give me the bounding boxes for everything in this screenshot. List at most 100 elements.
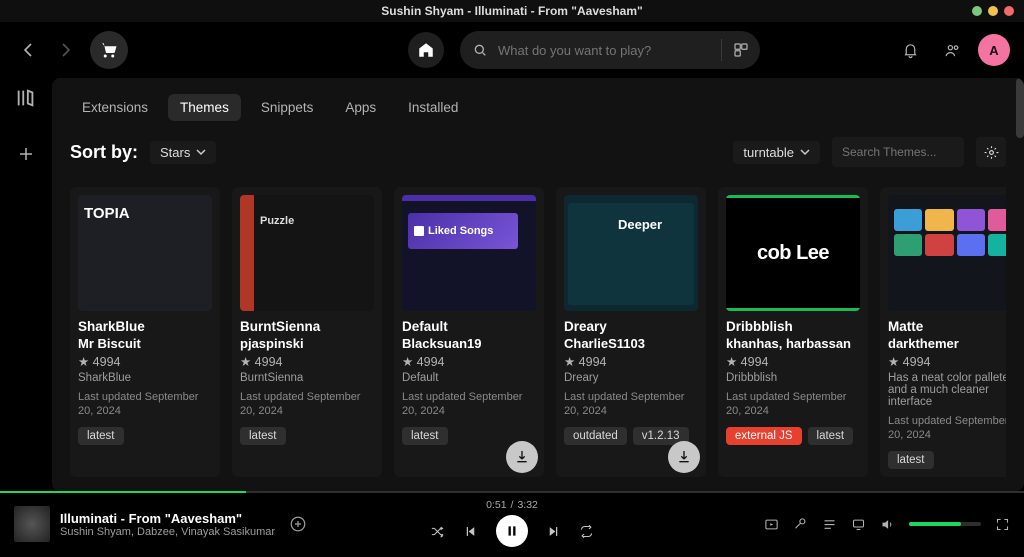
sort-row: Sort by: Stars turntable — [70, 137, 1006, 167]
tab-themes[interactable]: Themes — [168, 94, 241, 121]
marketplace-button[interactable] — [90, 31, 128, 69]
view-dropdown[interactable]: turntable — [733, 141, 820, 164]
theme-sub: Dribbblish — [726, 372, 860, 384]
now-playing-view-button[interactable] — [764, 517, 779, 532]
now-playing-art[interactable] — [14, 506, 50, 542]
tab-snippets[interactable]: Snippets — [249, 94, 326, 121]
queue-icon — [822, 517, 837, 532]
tag-row: external JS latest — [726, 427, 860, 445]
home-icon — [417, 41, 435, 59]
previous-button[interactable] — [463, 524, 478, 539]
theme-thumbnail: TOPIA — [78, 195, 212, 311]
browse-icon[interactable] — [732, 41, 750, 59]
traffic-lights — [972, 6, 1014, 16]
home-button[interactable] — [408, 32, 444, 68]
theme-cards: TOPIA SharkBlue Mr Biscuit ★ 4994 SharkB… — [70, 187, 1006, 477]
notifications-button[interactable] — [894, 34, 926, 66]
theme-updated: Last updated September 20, 2024 — [726, 390, 860, 419]
tag: latest — [78, 427, 124, 445]
avatar[interactable]: A — [978, 34, 1010, 66]
tab-apps[interactable]: Apps — [333, 94, 388, 121]
volume-icon — [880, 517, 895, 532]
plus-icon — [17, 145, 35, 163]
tag: outdated — [564, 427, 627, 445]
theme-title: Matte — [888, 319, 1006, 334]
theme-card[interactable]: Matte darkthemer ★ 4994 Has a neat color… — [880, 187, 1006, 477]
theme-author: CharlieS1103 — [564, 336, 698, 351]
volume-slider[interactable] — [909, 522, 981, 526]
scrollbar-thumb[interactable] — [1016, 78, 1024, 138]
sort-dropdown[interactable]: Stars — [150, 141, 216, 164]
tag-row: latest — [240, 427, 374, 445]
search-input[interactable] — [498, 43, 711, 58]
window-titlebar: Sushin Shyam - Illuminati - From "Aavesh… — [0, 0, 1024, 22]
lyrics-button[interactable] — [793, 517, 808, 532]
fullscreen-button[interactable] — [995, 517, 1010, 532]
now-playing-title[interactable]: Illuminati - From "Aavesham" — [60, 511, 275, 526]
nav-forward-button[interactable] — [52, 36, 80, 64]
theme-thumbnail: Liked Songs — [402, 195, 536, 311]
sidebar — [0, 78, 52, 491]
tag: latest — [240, 427, 286, 445]
repeat-icon — [579, 524, 594, 539]
progress-bar[interactable] — [0, 491, 1024, 493]
tag: external JS — [726, 427, 802, 445]
theme-sub: Default — [402, 372, 536, 384]
settings-button[interactable] — [976, 137, 1006, 167]
search-bar[interactable] — [460, 31, 760, 69]
friends-button[interactable] — [936, 34, 968, 66]
theme-author: khanhas, harbassan — [726, 336, 860, 351]
plus-circle-icon — [289, 515, 307, 533]
theme-title: SharkBlue — [78, 319, 212, 334]
library-button[interactable] — [10, 82, 42, 114]
chevron-down-icon — [196, 147, 206, 157]
theme-card[interactable]: Deeper Dreary CharlieS1103 ★ 4994 Dreary… — [556, 187, 706, 477]
download-button[interactable] — [668, 441, 700, 473]
theme-stars: ★ 4994 — [402, 354, 536, 369]
mute-button[interactable] — [880, 517, 895, 532]
theme-stars: ★ 4994 — [78, 354, 212, 369]
queue-button[interactable] — [822, 517, 837, 532]
now-playing-artists[interactable]: Sushin Shyam, Dabzee, Vinayak Sasikumar — [60, 526, 275, 538]
tab-installed[interactable]: Installed — [396, 94, 470, 121]
download-button[interactable] — [506, 441, 538, 473]
repeat-button[interactable] — [579, 524, 594, 539]
theme-card[interactable]: cob Lee Dribbblish khanhas, harbassan ★ … — [718, 187, 868, 477]
shuffle-button[interactable] — [430, 524, 445, 539]
progress-fill — [0, 491, 246, 493]
theme-sub: BurntSienna — [240, 372, 374, 384]
theme-card[interactable]: Puzzle BurntSienna pjaspinski ★ 4994 Bur… — [232, 187, 382, 477]
player-right-controls — [764, 517, 1010, 532]
play-pause-button[interactable] — [496, 515, 528, 547]
next-button[interactable] — [546, 524, 561, 539]
tag: latest — [888, 451, 934, 469]
theme-thumbnail: Puzzle — [240, 195, 374, 311]
theme-title: Dreary — [564, 319, 698, 334]
theme-sub: Has a neat color pallete and a much clea… — [888, 372, 1006, 408]
search-icon — [472, 42, 488, 58]
shuffle-icon — [430, 524, 445, 539]
themes-search-input[interactable] — [832, 137, 964, 167]
theme-card[interactable]: Liked Songs Default Blacksuan19 ★ 4994 D… — [394, 187, 544, 477]
maximize-dot[interactable] — [988, 6, 998, 16]
devices-button[interactable] — [851, 517, 866, 532]
skip-forward-icon — [546, 524, 561, 539]
window-title: Sushin Shyam - Illuminati - From "Aavesh… — [381, 4, 642, 18]
tab-extensions[interactable]: Extensions — [70, 94, 160, 121]
gear-icon — [984, 145, 999, 160]
create-button[interactable] — [10, 138, 42, 170]
theme-title: Dribbblish — [726, 319, 860, 334]
theme-sub: SharkBlue — [78, 372, 212, 384]
theme-updated: Last updated September 20, 2024 — [78, 390, 212, 419]
theme-updated: Last updated September 20, 2024 — [240, 390, 374, 419]
player-bar: Illuminati - From "Aavesham" Sushin Shya… — [0, 491, 1024, 557]
theme-author: Blacksuan19 — [402, 336, 536, 351]
theme-card[interactable]: TOPIA SharkBlue Mr Biscuit ★ 4994 SharkB… — [70, 187, 220, 477]
minimize-dot[interactable] — [972, 6, 982, 16]
add-to-playlist-button[interactable] — [289, 515, 307, 533]
theme-thumbnail: cob Lee — [726, 195, 860, 311]
timeline: 0:51 / 3:32 — [486, 499, 538, 511]
tag-row: latest — [78, 427, 212, 445]
close-dot[interactable] — [1004, 6, 1014, 16]
nav-back-button[interactable] — [14, 36, 42, 64]
